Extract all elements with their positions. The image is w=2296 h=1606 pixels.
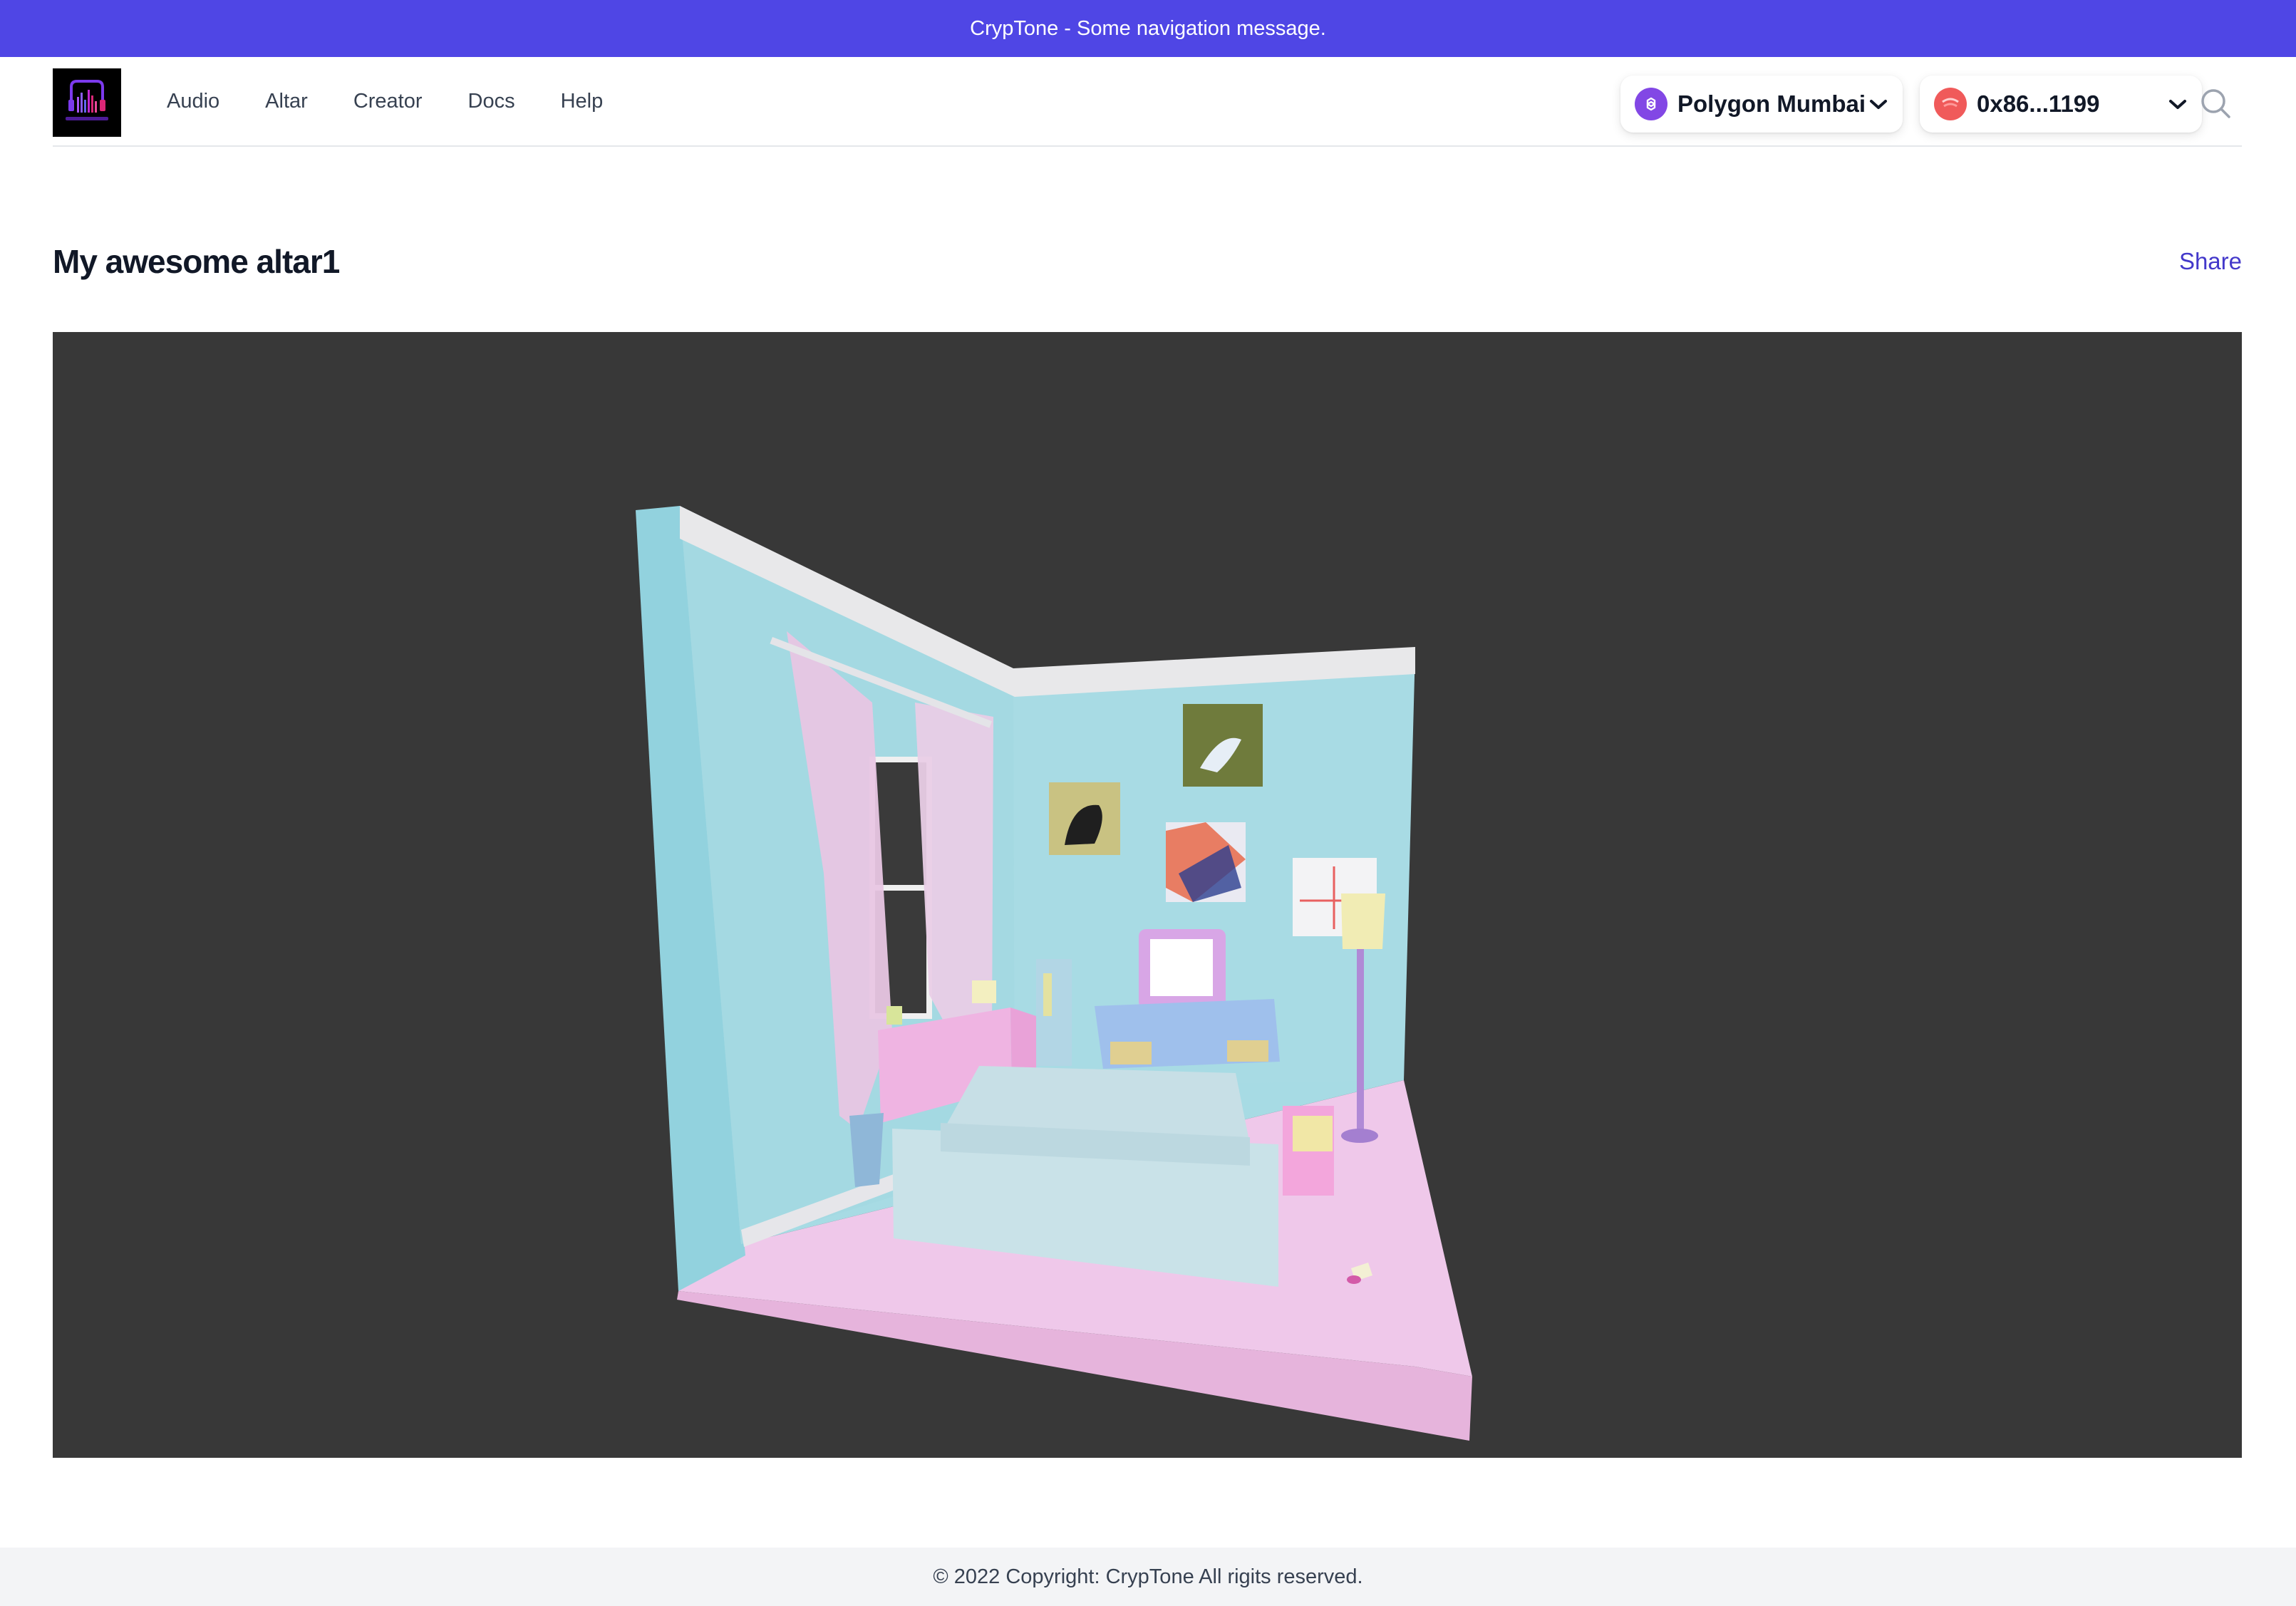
chevron-down-icon [2168, 90, 2188, 118]
account-selector[interactable]: 0x86...1199 [1920, 76, 2202, 133]
chevron-down-icon [1868, 90, 1888, 118]
main-nav: Audio Altar Creator Docs Help [167, 57, 648, 145]
footer: © 2022 Copyright: CrypTone All rigits re… [0, 1548, 2296, 1606]
network-selector[interactable]: Polygon Mumbai [1620, 76, 1903, 133]
share-link[interactable]: Share [2179, 248, 2242, 275]
nav-link-audio[interactable]: Audio [167, 90, 219, 113]
polygon-icon [1635, 88, 1667, 120]
nav-link-altar[interactable]: Altar [265, 90, 308, 113]
altar-3d-viewer[interactable] [53, 332, 2242, 1458]
navbar: Audio Altar Creator Docs Help Polygon Mu… [53, 57, 2242, 147]
footer-copyright: © 2022 Copyright: CrypTone All rigits re… [933, 1565, 1363, 1588]
room-scene [636, 506, 1472, 1441]
nav-link-docs[interactable]: Docs [468, 90, 515, 113]
page-title: My awesome altar1 [53, 243, 340, 280]
nav-link-help[interactable]: Help [561, 90, 604, 113]
search-icon[interactable] [2196, 84, 2236, 124]
network-name: Polygon Mumbai [1677, 90, 1866, 117]
banner-message: CrypTone - Some navigation message. [970, 16, 1326, 40]
announcement-banner: CrypTone - Some navigation message. [0, 0, 2296, 57]
page-header: My awesome altar1 Share [53, 235, 2242, 292]
cryptone-logo[interactable] [53, 68, 121, 137]
nav-link-creator[interactable]: Creator [353, 90, 423, 113]
account-address: 0x86...1199 [1977, 90, 2100, 117]
account-avatar-icon [1934, 88, 1967, 120]
